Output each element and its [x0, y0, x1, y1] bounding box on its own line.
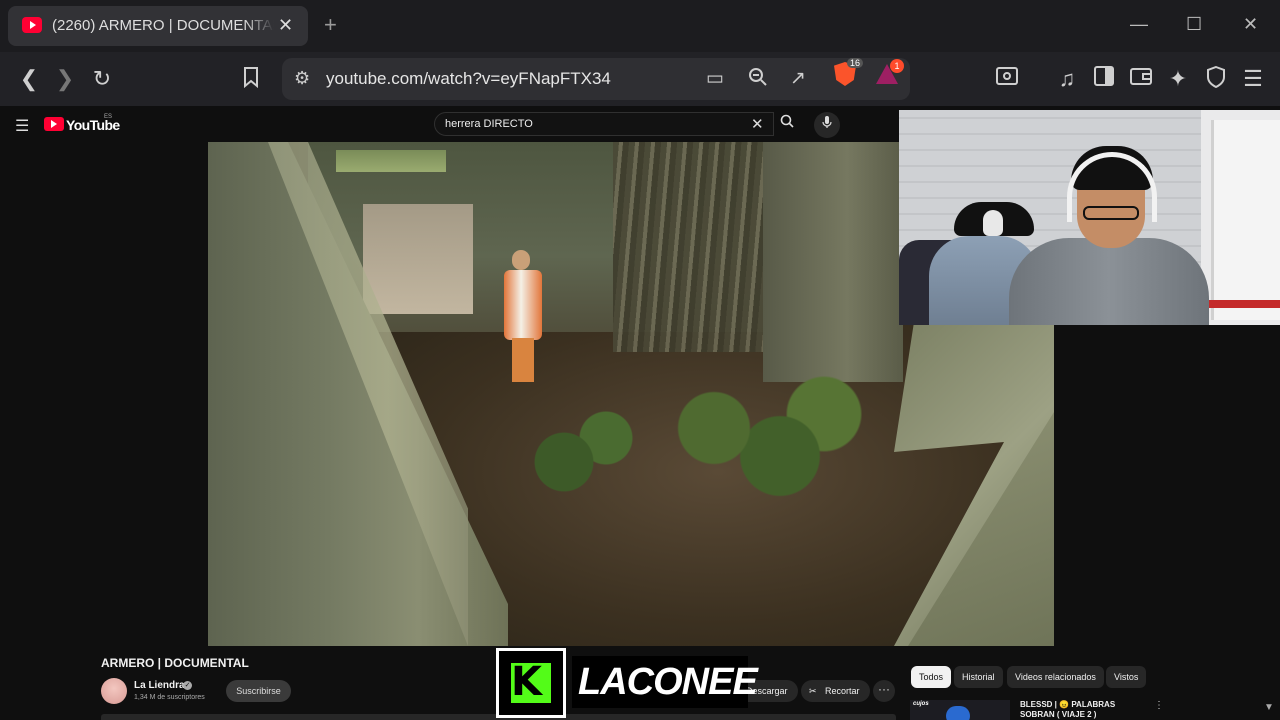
video-title: ARMERO | DOCUMENTAL: [101, 656, 249, 670]
verified-badge-icon: ✓: [183, 681, 192, 690]
youtube-header: ☰ YouTube ES herrera DIRECTO ✕: [0, 106, 900, 142]
new-tab-button[interactable]: +: [324, 12, 337, 38]
channel-avatar[interactable]: [101, 678, 127, 704]
recommended-video-item[interactable]: cujos BLESSD | 😠 PALABRAS SOBRAN ( VIAJE…: [910, 696, 1170, 720]
thumbnail-label: cujos: [913, 701, 929, 707]
url-text[interactable]: youtube.com/watch?v=eyFNapFTX34: [326, 69, 611, 89]
chips-next-icon[interactable]: ▼: [1264, 702, 1274, 713]
video-scene-person: [500, 250, 550, 390]
browser-toolbar: ❮ ❯ ↻ ⚙ youtube.com/watch?v=eyFNapFTX34 …: [0, 52, 1280, 106]
guide-menu-icon[interactable]: ☰: [15, 116, 29, 136]
recommended-title[interactable]: BLESSD | 😠 PALABRAS SOBRAN ( VIAJE 2 ): [1020, 700, 1150, 720]
video-scene-roots: [613, 142, 763, 352]
more-actions-button[interactable]: ···: [873, 680, 895, 702]
country-code: ES: [104, 114, 113, 120]
bookmark-icon[interactable]: [238, 66, 264, 92]
minimize-window-button[interactable]: —: [1130, 14, 1148, 35]
search-input[interactable]: herrera DIRECTO ✕: [434, 112, 774, 136]
clip-button[interactable]: ✂ Recortar: [801, 680, 870, 702]
browser-tab[interactable]: (2260) ARMERO | DOCUMENTAL ✕: [8, 6, 308, 46]
reload-icon[interactable]: ↻: [89, 66, 115, 92]
tab-close-icon[interactable]: ✕: [278, 15, 293, 36]
address-bar[interactable]: ⚙ youtube.com/watch?v=eyFNapFTX34 ▭ ↗: [282, 58, 910, 100]
recommended-thumbnail[interactable]: cujos: [910, 700, 1010, 720]
tab-title: (2260) ARMERO | DOCUMENTAL: [52, 17, 274, 34]
video-scene-plants: [508, 402, 648, 522]
vpn-icon[interactable]: [1203, 65, 1229, 92]
chip-watched[interactable]: Vistos: [1106, 666, 1147, 688]
streamer-name-overlay: K LACONEE: [496, 648, 758, 718]
shields-count-badge: 16: [847, 58, 864, 68]
youtube-logo-icon[interactable]: [44, 117, 64, 131]
chip-history[interactable]: Historial: [954, 666, 1003, 688]
channel-name[interactable]: La Liendra: [134, 680, 185, 691]
chip-related[interactable]: Videos relacionados: [1007, 666, 1104, 688]
cast-icon[interactable]: ▭: [706, 67, 724, 90]
youtube-favicon-icon: [22, 17, 42, 33]
kick-letter: K: [511, 659, 542, 705]
media-icon[interactable]: ♫: [1054, 66, 1080, 92]
site-settings-icon[interactable]: ⚙: [294, 68, 310, 89]
share-icon[interactable]: ↗: [790, 67, 806, 90]
zoom-icon[interactable]: [748, 67, 768, 93]
video-scene-pillar: [763, 142, 903, 382]
webcam-overlay: [899, 110, 1280, 325]
search-button[interactable]: [772, 112, 802, 136]
sidebar-icon[interactable]: [1091, 66, 1117, 92]
clip-label: Recortar: [825, 686, 860, 696]
wallet-icon[interactable]: [1128, 66, 1154, 92]
video-scene-doorway: [363, 204, 473, 314]
forward-icon[interactable]: ❯: [52, 66, 78, 92]
voice-search-icon[interactable]: [814, 112, 840, 138]
scissors-icon: ✂: [809, 686, 817, 696]
kick-logo-icon: K: [496, 648, 566, 718]
streamer-name: LACONEE: [572, 656, 758, 708]
chip-all[interactable]: Todos: [911, 666, 952, 688]
maximize-window-button[interactable]: ☐: [1186, 14, 1202, 35]
subscriber-count: 1,34 M de suscriptores: [134, 694, 205, 701]
recommended-menu-icon[interactable]: ⋮: [1154, 700, 1164, 711]
rewards-count-badge: 1: [890, 59, 904, 73]
close-window-button[interactable]: ✕: [1243, 14, 1258, 35]
back-icon[interactable]: ❮: [16, 66, 42, 92]
subscribe-button[interactable]: Suscribirse: [226, 680, 291, 702]
video-scene-window: [336, 150, 446, 172]
video-scene-plants: [648, 372, 868, 512]
menu-icon[interactable]: ☰: [1240, 66, 1266, 92]
leo-ai-icon[interactable]: ✦: [1165, 66, 1191, 92]
search-query[interactable]: herrera DIRECTO: [445, 118, 533, 130]
clear-search-icon[interactable]: ✕: [751, 115, 764, 133]
browser-tab-bar: (2260) ARMERO | DOCUMENTAL ✕ + — ☐ ✕: [0, 0, 1280, 52]
page-search-icon[interactable]: [994, 66, 1020, 92]
